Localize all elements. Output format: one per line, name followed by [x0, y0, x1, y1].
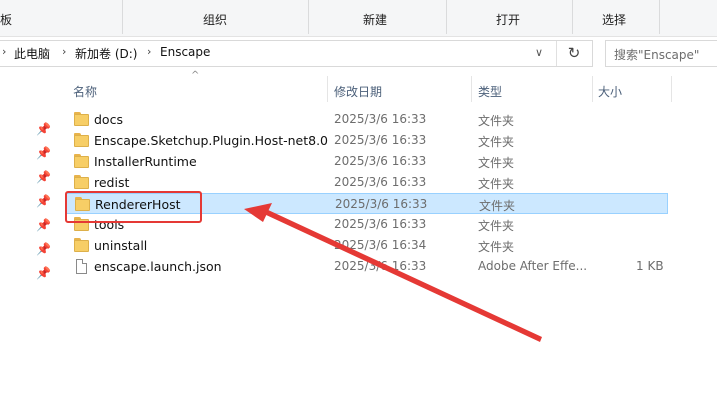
- annotation-arrow: [244, 203, 542, 342]
- annotation-arrow-shaft: [264, 209, 542, 342]
